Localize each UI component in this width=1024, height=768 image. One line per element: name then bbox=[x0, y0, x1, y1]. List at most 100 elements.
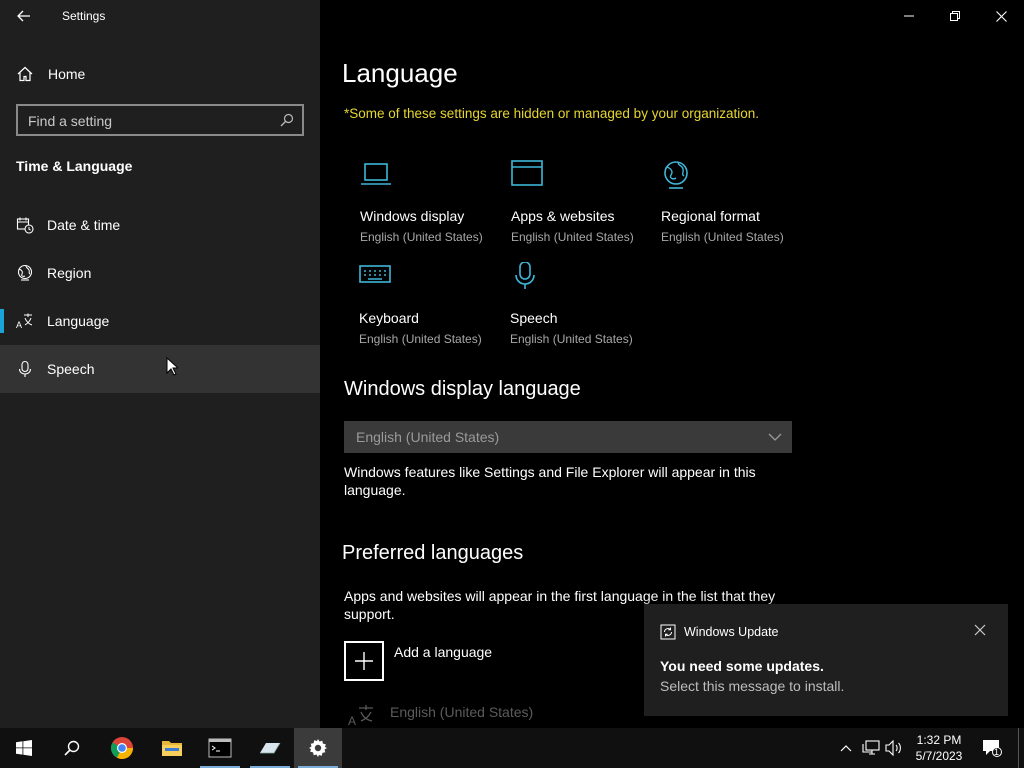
speaker-icon bbox=[885, 740, 901, 756]
svg-text:A: A bbox=[16, 320, 22, 330]
restore-button[interactable] bbox=[932, 0, 978, 32]
language-icon: A bbox=[16, 313, 33, 330]
microphone-icon bbox=[515, 262, 535, 289]
display-language-description: Windows features like Settings and File … bbox=[344, 463, 756, 499]
back-arrow-icon bbox=[17, 10, 30, 22]
description-line: language. bbox=[344, 482, 406, 498]
language-icon: A bbox=[348, 705, 373, 726]
section-title: Time & Language bbox=[16, 158, 133, 174]
command-prompt-icon bbox=[208, 738, 232, 758]
clock-time: 1:32 PM bbox=[916, 733, 962, 747]
navigation-pane: Settings Home Time & Language Date & tim… bbox=[0, 0, 320, 728]
tile-title: Keyboard bbox=[359, 310, 419, 326]
mouse-cursor-icon bbox=[166, 357, 178, 376]
search-box[interactable] bbox=[16, 104, 304, 136]
close-button[interactable] bbox=[978, 0, 1024, 32]
minimize-button[interactable] bbox=[886, 0, 932, 32]
page-title: Language bbox=[342, 58, 458, 88]
preferred-languages-heading: Preferred languages bbox=[342, 542, 524, 564]
network-icon bbox=[862, 740, 880, 755]
sidebar-item-home[interactable]: Home bbox=[0, 56, 320, 92]
tile-speech[interactable]: Speech English (United States) bbox=[510, 262, 650, 352]
tile-subtitle: English (United States) bbox=[661, 230, 784, 244]
laptop-icon bbox=[361, 163, 391, 185]
plus-icon bbox=[355, 652, 373, 670]
microphone-icon bbox=[18, 360, 32, 377]
description-line: Apps and websites will appear in the fir… bbox=[344, 588, 776, 604]
window-controls bbox=[886, 0, 1024, 32]
svg-text:A: A bbox=[348, 714, 356, 726]
search-input[interactable] bbox=[28, 112, 268, 130]
taskbar-app[interactable] bbox=[246, 728, 294, 768]
start-button[interactable] bbox=[0, 728, 48, 768]
sidebar-item-label: Speech bbox=[47, 361, 95, 377]
action-center-button[interactable]: 1 bbox=[982, 738, 1002, 758]
notification-count: 1 bbox=[994, 747, 1000, 757]
close-icon bbox=[995, 10, 1007, 22]
tile-windows-display[interactable]: Windows display English (United States) bbox=[360, 160, 500, 250]
restore-icon bbox=[950, 11, 960, 21]
back-button[interactable] bbox=[10, 4, 38, 28]
tile-title: Speech bbox=[510, 310, 558, 326]
windows-logo-icon bbox=[16, 740, 32, 756]
taskbar-chrome[interactable] bbox=[98, 728, 146, 768]
language-list-item[interactable]: A English (United States) bbox=[344, 702, 644, 728]
add-language-label: Add a language bbox=[394, 644, 493, 660]
search-icon bbox=[64, 740, 80, 756]
tile-title: Windows display bbox=[360, 208, 465, 224]
folder-icon bbox=[162, 741, 182, 756]
browser-window-icon bbox=[511, 160, 543, 186]
volume-button[interactable] bbox=[884, 738, 904, 758]
sidebar-item-region[interactable]: Region bbox=[0, 249, 320, 297]
display-language-dropdown[interactable]: English (United States) bbox=[344, 421, 792, 453]
chevron-down-icon bbox=[768, 433, 782, 441]
tile-regional-format[interactable]: Regional format English (United States) bbox=[661, 160, 801, 250]
toast-app-name: Windows Update bbox=[684, 625, 779, 639]
windows-update-toast[interactable]: Windows Update You need some updates. Se… bbox=[644, 604, 1008, 716]
toast-body: Select this message to install. bbox=[660, 678, 845, 694]
app-window-icon bbox=[260, 742, 281, 754]
keyboard-icon bbox=[359, 265, 391, 283]
gear-icon bbox=[309, 739, 327, 757]
tile-keyboard[interactable]: Keyboard English (United States) bbox=[359, 262, 499, 352]
search-button[interactable] bbox=[48, 728, 96, 768]
chrome-icon bbox=[111, 737, 133, 760]
network-button[interactable] bbox=[861, 738, 881, 758]
globe-format-icon bbox=[664, 161, 688, 189]
sidebar-item-label: Home bbox=[48, 66, 86, 82]
taskbar-settings[interactable] bbox=[294, 728, 342, 768]
description-line: Windows features like Settings and File … bbox=[344, 464, 756, 480]
language-name: English (United States) bbox=[390, 704, 534, 720]
taskbar-file-explorer[interactable] bbox=[148, 728, 196, 768]
home-icon bbox=[17, 66, 33, 82]
title-bar-left: Settings bbox=[0, 0, 320, 32]
sidebar-item-label: Language bbox=[47, 313, 110, 329]
sidebar-item-language[interactable]: A Language bbox=[0, 297, 320, 345]
dropdown-value: English (United States) bbox=[356, 429, 500, 445]
app-title: Settings bbox=[62, 9, 106, 23]
display-language-heading: Windows display language bbox=[344, 378, 581, 400]
clock-date: 5/7/2023 bbox=[915, 749, 963, 763]
tile-subtitle: English (United States) bbox=[359, 332, 482, 346]
tile-subtitle: English (United States) bbox=[510, 332, 633, 346]
sidebar-item-speech[interactable]: Speech bbox=[0, 345, 320, 393]
taskbar-command-prompt[interactable] bbox=[196, 728, 244, 768]
managed-settings-note: *Some of these settings are hidden or ma… bbox=[344, 106, 760, 121]
add-language-button[interactable]: Add a language bbox=[344, 641, 644, 681]
windows-update-icon bbox=[660, 624, 676, 640]
search-icon[interactable] bbox=[280, 113, 294, 127]
tile-title: Apps & websites bbox=[511, 208, 615, 224]
tile-apps-websites[interactable]: Apps & websites English (United States) bbox=[511, 160, 651, 250]
taskbar-clock[interactable]: 1:32 PM 5/7/2023 bbox=[906, 732, 972, 764]
close-icon[interactable] bbox=[972, 622, 988, 638]
minimize-icon bbox=[904, 15, 914, 17]
toast-headline: You need some updates. bbox=[660, 658, 824, 674]
show-hidden-icons-button[interactable] bbox=[836, 738, 856, 758]
chevron-up-icon bbox=[840, 745, 852, 752]
show-desktop-button[interactable] bbox=[1018, 728, 1024, 768]
tile-subtitle: English (United States) bbox=[511, 230, 634, 244]
add-icon-box bbox=[344, 641, 384, 681]
tile-title: Regional format bbox=[661, 208, 760, 224]
sidebar-item-date-time[interactable]: Date & time bbox=[0, 201, 320, 249]
date-time-icon bbox=[16, 217, 34, 234]
